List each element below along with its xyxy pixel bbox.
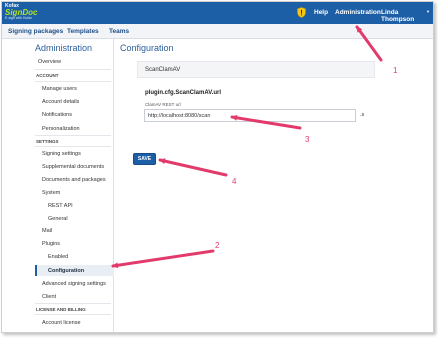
- section-settings: SETTINGS: [36, 139, 59, 144]
- divider: [35, 314, 111, 315]
- sidebar-item-system[interactable]: System: [42, 190, 60, 196]
- divider: [35, 146, 111, 147]
- sidebar-item-documents-and-packages[interactable]: Documents and packages: [42, 177, 106, 183]
- sub-navigation: Signing packages Templates Teams: [2, 24, 433, 39]
- annotation-label-1: 1: [393, 66, 398, 75]
- sidebar-title: Administration: [35, 43, 93, 53]
- sidebar-item-rest-api[interactable]: REST API: [48, 203, 73, 209]
- sidebar-item-advanced-signing-settings[interactable]: Advanced signing settings: [42, 281, 106, 287]
- sidebar-item-personalization[interactable]: Personalization: [42, 126, 80, 132]
- kofax-signdoc-logo[interactable]: Kofax SignDoc E-sign with Kofax: [5, 4, 37, 21]
- page-title: Configuration: [120, 43, 174, 53]
- sidebar-item-supplemental-documents[interactable]: Supplemental documents: [42, 164, 104, 170]
- sidebar-item-account-license[interactable]: Account license: [42, 320, 81, 326]
- sidebar-item-general[interactable]: General: [48, 216, 68, 222]
- sidebar-item-enabled[interactable]: Enabled: [48, 254, 68, 260]
- clamav-url-input[interactable]: [144, 109, 356, 122]
- save-button[interactable]: SAVE: [133, 153, 156, 165]
- clamav-url-label: ClamAV REST url: [145, 102, 181, 107]
- sidebar-item-plugins[interactable]: Plugins: [42, 241, 60, 247]
- administration-link[interactable]: Administration: [335, 9, 381, 16]
- sidebar-item-notifications[interactable]: Notifications: [42, 112, 72, 118]
- annotation-label-4: 4: [232, 177, 237, 186]
- sidebar-item-manage-users[interactable]: Manage users: [42, 86, 77, 92]
- plugin-name: ScanClamAV: [145, 67, 181, 73]
- annotation-label-3: 3: [305, 135, 310, 144]
- app-window: Kofax SignDoc E-sign with Kofax Help Adm…: [1, 1, 434, 333]
- divider: [35, 135, 111, 136]
- sidebar-item-overview[interactable]: Overview: [38, 59, 61, 65]
- chevron-down-icon[interactable]: ▼: [426, 9, 430, 14]
- sidebar-item-signing-settings[interactable]: Signing settings: [42, 151, 81, 157]
- config-key-label: plugin.cfg.ScanClamAV.url: [145, 90, 222, 96]
- help-link[interactable]: Help: [314, 9, 328, 16]
- annotation-label-2: 2: [215, 241, 220, 250]
- top-bar: Kofax SignDoc E-sign with Kofax Help Adm…: [2, 2, 433, 24]
- logo-tagline: E-sign with Kofax: [5, 16, 33, 20]
- divider: [35, 303, 111, 304]
- section-license-and-billing: LICENSE AND BILLING: [36, 307, 86, 312]
- section-account: ACCOUNT: [36, 73, 59, 78]
- sidebar-item-client[interactable]: Client: [42, 294, 56, 300]
- shield-alert-icon[interactable]: [297, 7, 306, 18]
- field-suffix: .s: [360, 112, 365, 118]
- tab-teams[interactable]: Teams: [109, 28, 129, 35]
- sidebar-item-mail[interactable]: Mail: [42, 228, 52, 234]
- divider: [35, 81, 111, 82]
- sidebar-item-account-details[interactable]: Account details: [42, 99, 79, 105]
- divider: [35, 69, 111, 70]
- tab-signing-packages[interactable]: Signing packages: [8, 28, 63, 35]
- sidebar-item-configuration[interactable]: Configuration: [48, 268, 84, 274]
- tab-templates[interactable]: Templates: [67, 28, 99, 35]
- admin-sidebar: Administration Overview ACCOUNT Manage u…: [2, 39, 114, 332]
